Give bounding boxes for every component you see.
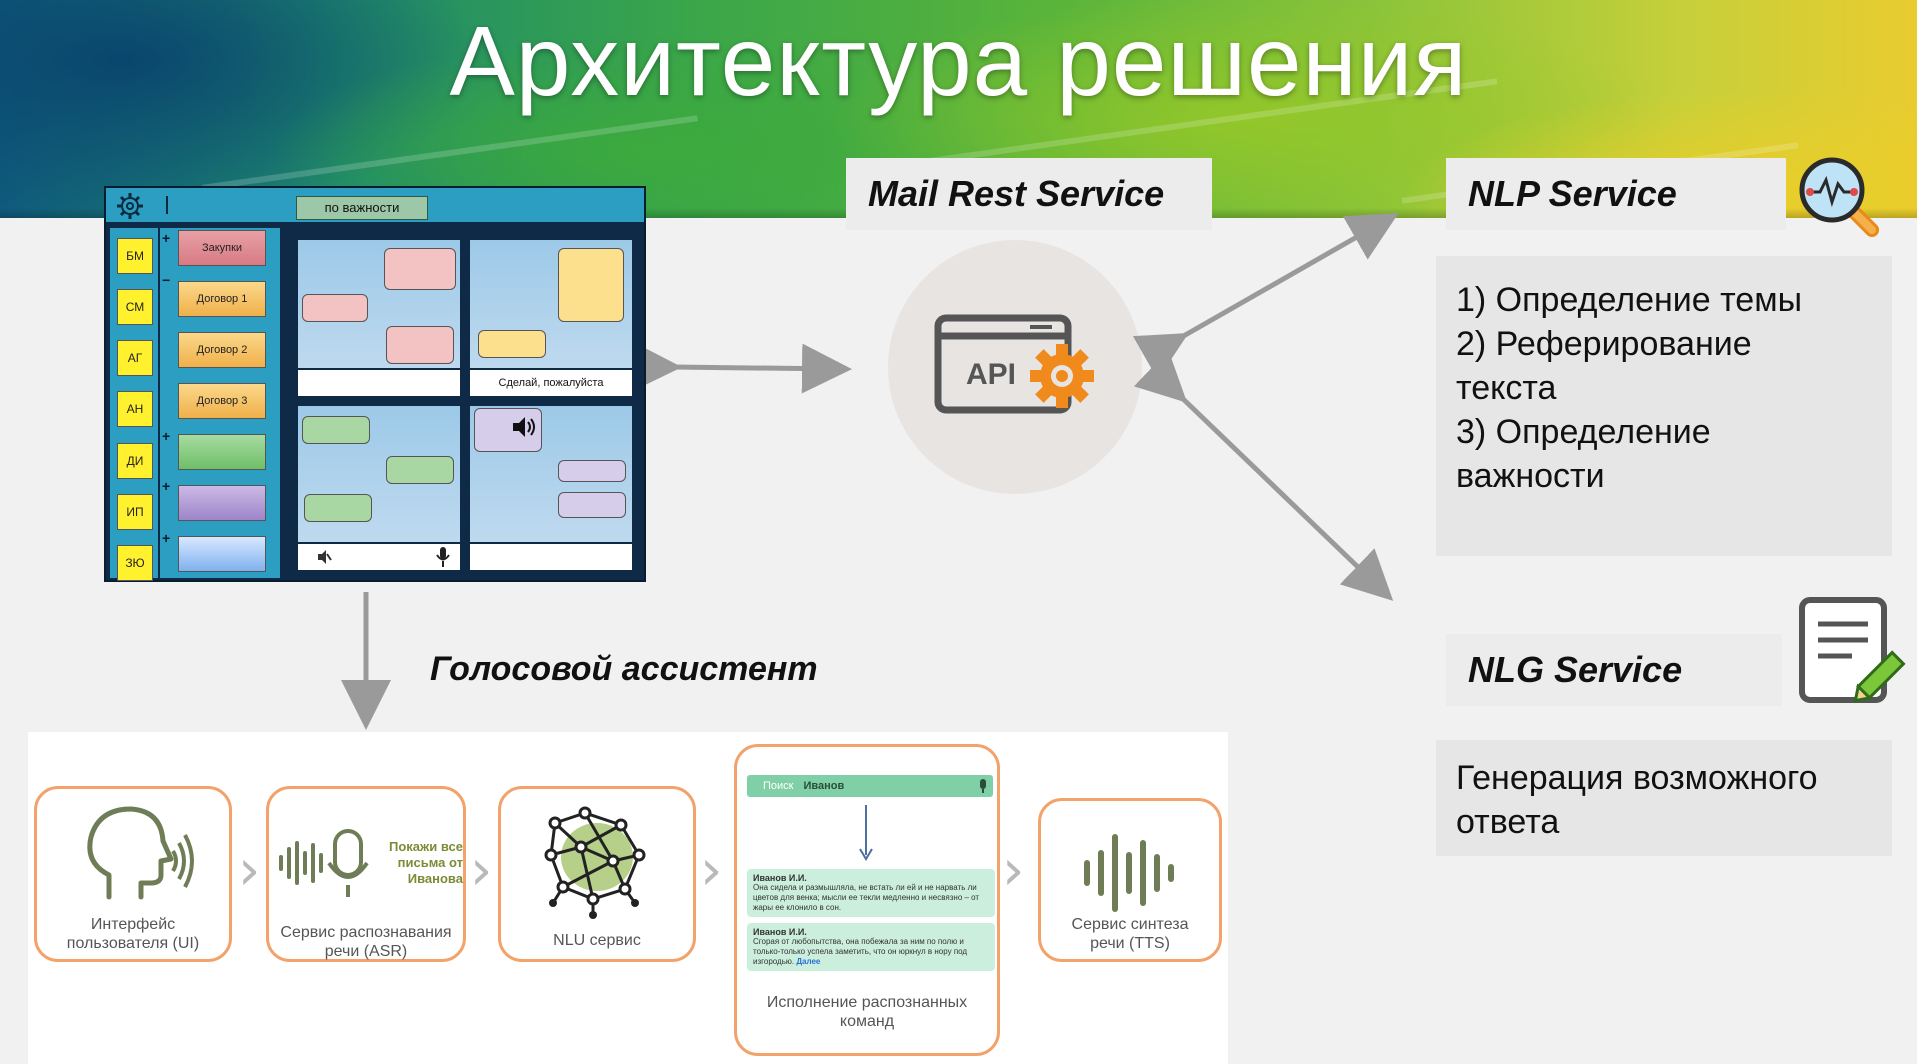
- pipeline-step-asr: Покажи все письма от Иванова Сервис расп…: [266, 786, 466, 962]
- folder-item[interactable]: [178, 434, 266, 470]
- folder-item[interactable]: Договор 1: [178, 281, 266, 317]
- step-caption: Сервис распознавания речи (ASR): [280, 924, 452, 960]
- message-chip[interactable]: [386, 326, 454, 364]
- pipeline-step-ui: Интерфейс пользователя (UI): [34, 786, 232, 962]
- sound-wave-icon: [1084, 834, 1174, 912]
- user-button[interactable]: БМ: [117, 238, 153, 274]
- panel-footer: [298, 368, 460, 396]
- expand-icon[interactable]: +: [162, 428, 170, 444]
- folder-list: + − + + + Закупки Договор 1 Договор 2 До…: [160, 228, 280, 578]
- speaking-head-icon: [87, 806, 194, 900]
- message-chip[interactable]: [304, 494, 372, 522]
- mail-panel[interactable]: [468, 404, 634, 572]
- step-caption: Сервис синтеза речи (TTS): [1071, 916, 1189, 952]
- arrow-api-nlg: [1133, 350, 1394, 601]
- chevron-right-icon: ›: [470, 838, 493, 903]
- mail-panel[interactable]: [296, 404, 462, 572]
- folder-item[interactable]: [178, 485, 266, 521]
- panel-footer: [470, 542, 632, 570]
- app-search-input[interactable]: [166, 196, 188, 214]
- pipeline-step-tts: Сервис синтеза речи (TTS): [1038, 798, 1222, 962]
- pipeline-step-execution: Поиск Иванов Иванов И.И. Она сидела и раз…: [734, 744, 1000, 1056]
- message-chip[interactable]: [474, 408, 542, 452]
- settings-gear-icon[interactable]: [116, 192, 144, 220]
- voice-assistant-title: Голосовой ассистент: [430, 650, 818, 688]
- message-chip[interactable]: [302, 416, 370, 444]
- step-caption: NLU сервис: [553, 932, 641, 949]
- message-chip[interactable]: [302, 294, 368, 322]
- chevron-right-icon: ›: [700, 838, 723, 903]
- step-caption: Исполнение распознанных команд: [766, 994, 968, 1030]
- folder-item[interactable]: Закупки: [178, 230, 266, 266]
- expand-icon[interactable]: +: [162, 478, 170, 494]
- mail-app-mockup: по важности БМ СМ АГ АН ДИ ИП ЗЮ + − + +…: [104, 186, 646, 582]
- user-button[interactable]: СМ: [117, 289, 153, 325]
- step-caption: Интерфейс пользователя (UI): [66, 916, 200, 952]
- user-sidebar: БМ СМ АГ АН ДИ ИП ЗЮ: [110, 228, 158, 581]
- mail-search-result[interactable]: Иванов И.И. Она сидела и размышляла, не …: [747, 869, 995, 917]
- sort-by-importance-button[interactable]: по важности: [296, 196, 428, 220]
- read-more-link[interactable]: Далее: [796, 957, 820, 966]
- user-button[interactable]: АГ: [117, 340, 153, 376]
- user-button[interactable]: ИП: [117, 494, 153, 530]
- message-chip[interactable]: [478, 330, 546, 358]
- arrow-app-api: [631, 341, 852, 394]
- expand-icon[interactable]: +: [162, 530, 170, 546]
- voice-recognition-icon: [279, 829, 369, 897]
- mail-search-result[interactable]: Иванов И.И. Сгорая от любопытства, она п…: [747, 923, 995, 971]
- mail-panel[interactable]: [296, 238, 462, 398]
- user-button[interactable]: АН: [117, 391, 153, 427]
- message-chip[interactable]: [384, 248, 456, 290]
- user-button[interactable]: ЗЮ: [117, 545, 153, 581]
- arrow-api-nlp: [1132, 213, 1399, 380]
- user-button[interactable]: ДИ: [117, 443, 153, 479]
- mail-panel[interactable]: Сделай, пожалуйста: [468, 238, 634, 398]
- neural-network-icon: [544, 806, 646, 919]
- speaker-icon[interactable]: [511, 415, 537, 439]
- microphone-icon[interactable]: [979, 779, 987, 793]
- folder-item[interactable]: Договор 3: [178, 383, 266, 419]
- speech-command-text: Покажи все письма от Иванова: [389, 839, 463, 886]
- arrow-down-icon: [859, 805, 873, 861]
- chevron-right-icon: ›: [238, 838, 261, 903]
- microphone-icon[interactable]: [436, 546, 450, 568]
- panel-caption: Сделай, пожалуйста: [470, 368, 632, 396]
- message-chip[interactable]: [558, 492, 626, 518]
- message-chip[interactable]: [558, 248, 624, 322]
- mini-search-bar[interactable]: Поиск Иванов: [747, 775, 993, 797]
- message-chip[interactable]: [558, 460, 626, 482]
- pipeline-step-nlu: NLU сервис: [498, 786, 696, 962]
- expand-icon[interactable]: +: [162, 230, 170, 246]
- chevron-right-icon: ›: [1002, 838, 1025, 903]
- mute-icon[interactable]: [316, 549, 332, 565]
- collapse-icon[interactable]: −: [162, 272, 170, 288]
- message-chip[interactable]: [386, 456, 454, 484]
- folder-item[interactable]: [178, 536, 266, 572]
- folder-item[interactable]: Договор 2: [178, 332, 266, 368]
- panel-footer: [298, 542, 460, 570]
